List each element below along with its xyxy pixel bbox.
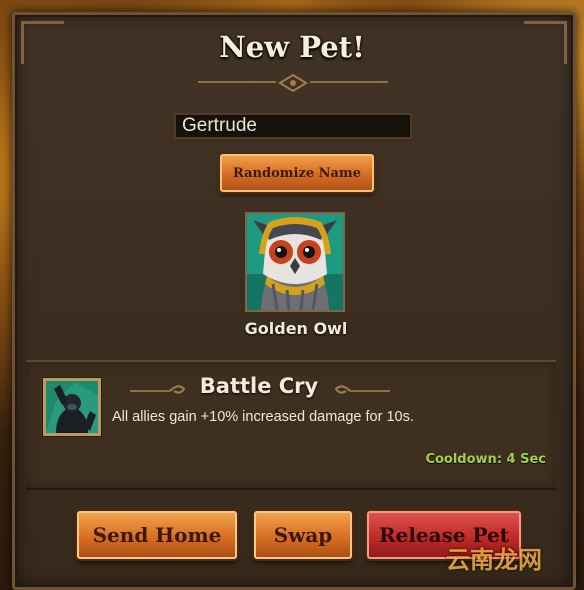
ability-icon-frame xyxy=(43,378,101,436)
title-divider-ornament xyxy=(198,74,388,93)
gorilla-icon xyxy=(46,381,98,433)
pet-species-name: Golden Owl xyxy=(244,319,348,338)
ability-title-ornament xyxy=(130,385,186,394)
randomize-name-button[interactable]: Randomize Name xyxy=(220,154,374,192)
owl-icon xyxy=(247,214,343,311)
dialog-title: New Pet! xyxy=(219,30,365,64)
pet-portrait xyxy=(245,212,345,312)
swap-button[interactable]: Swap xyxy=(254,511,352,559)
ability-title: Battle Cry xyxy=(199,374,319,398)
site-watermark: 云南龙网 xyxy=(446,546,542,574)
pet-name-input[interactable] xyxy=(174,113,412,139)
send-home-button[interactable]: Send Home xyxy=(77,511,237,559)
ability-cooldown: Cooldown: 4 Sec xyxy=(425,452,546,467)
ability-description: All allies gain +10% increased damage fo… xyxy=(112,409,414,425)
ability-title-ornament xyxy=(334,385,390,394)
